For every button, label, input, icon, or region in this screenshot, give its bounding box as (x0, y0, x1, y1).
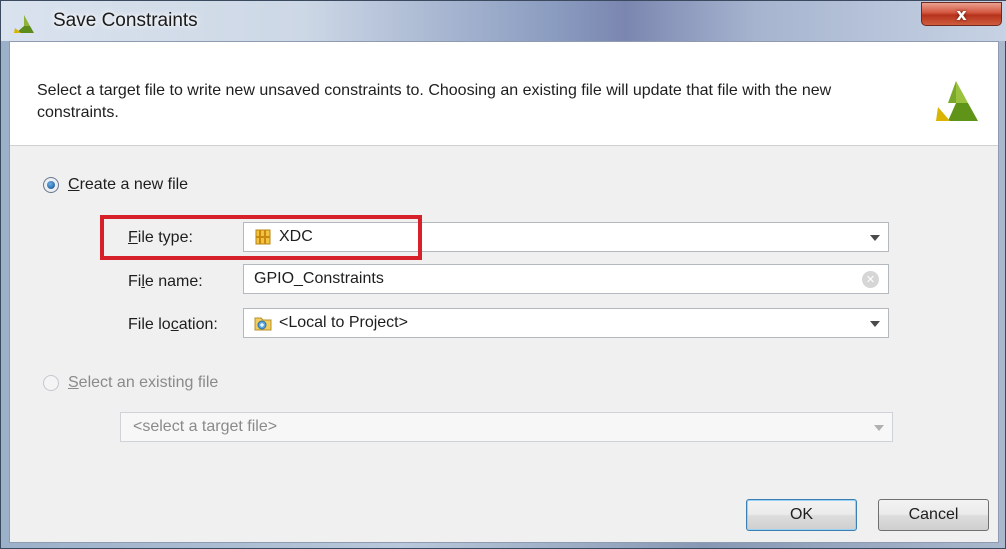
title-bar[interactable]: Save Constraints x (1, 1, 1006, 41)
file-type-label: File type: (128, 229, 193, 246)
clear-icon[interactable]: ✕ (862, 271, 879, 288)
xdc-file-icon (255, 229, 271, 245)
chevron-down-icon[interactable] (874, 425, 884, 431)
select-existing-file-label: Select an existing file (68, 374, 219, 391)
radio-selected-dot (47, 181, 55, 189)
chevron-down-icon[interactable] (870, 235, 880, 241)
vivado-logo-icon (936, 81, 978, 121)
window-title: Save Constraints (53, 10, 198, 31)
file-location-label: File location: (128, 316, 218, 333)
folder-icon (254, 317, 272, 331)
file-type-value: XDC (279, 228, 313, 245)
radio-button[interactable] (43, 177, 59, 193)
file-name-label: File name: (128, 273, 203, 290)
file-type-dropdown[interactable]: XDC (243, 222, 889, 252)
header-panel: Select a target file to write new unsave… (10, 42, 998, 146)
create-new-file-radio[interactable]: Create a new file (43, 176, 188, 194)
file-name-value: GPIO_Constraints (254, 270, 384, 287)
dialog-description: Select a target file to write new unsave… (37, 82, 832, 121)
dialog-body: Select a target file to write new unsave… (9, 41, 999, 543)
select-existing-file-radio[interactable]: Select an existing file (43, 374, 218, 392)
existing-target-file-dropdown[interactable]: <select a target file> (120, 412, 893, 442)
file-location-value: <Local to Project> (279, 314, 408, 331)
cancel-button[interactable]: Cancel (878, 499, 989, 531)
file-location-dropdown[interactable]: <Local to Project> (243, 308, 889, 338)
ok-button[interactable]: OK (746, 499, 857, 531)
close-button[interactable]: x (921, 2, 1002, 26)
dialog-window: Save Constraints x Select a target file … (0, 0, 1006, 549)
file-name-input[interactable]: GPIO_Constraints ✕ (243, 264, 889, 294)
create-new-file-label: Create a new file (68, 176, 189, 193)
radio-button[interactable] (43, 375, 59, 391)
existing-target-file-placeholder: <select a target file> (133, 418, 278, 435)
vivado-logo-icon (14, 15, 34, 33)
close-icon: x (956, 4, 967, 24)
chevron-down-icon[interactable] (870, 321, 880, 327)
